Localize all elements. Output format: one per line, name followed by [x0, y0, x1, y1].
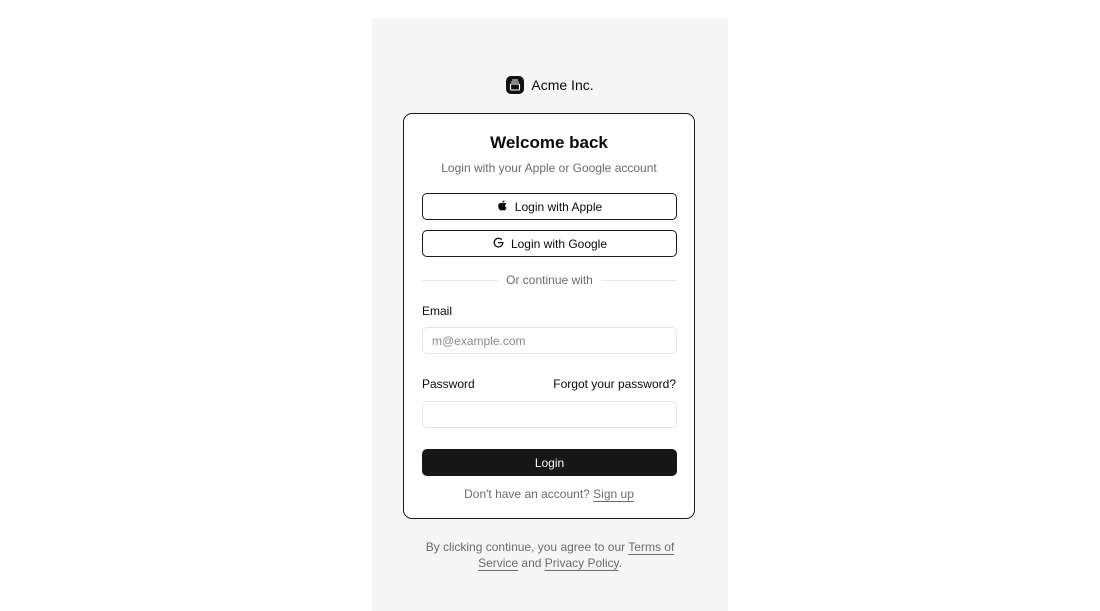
divider-line-left — [422, 279, 499, 281]
login-page: Acme Inc. Welcome back Login with your A… — [372, 18, 728, 611]
email-field[interactable] — [422, 327, 677, 354]
brand[interactable]: Acme Inc. — [372, 76, 728, 94]
login-with-apple-button[interactable]: Login with Apple — [422, 193, 677, 220]
divider-line-right — [600, 279, 677, 281]
brand-name: Acme Inc. — [531, 77, 594, 93]
password-field[interactable] — [422, 401, 677, 428]
signup-link[interactable]: Sign up — [593, 487, 634, 501]
login-button[interactable]: Login — [422, 449, 677, 476]
card-subtitle: Login with your Apple or Google account — [441, 161, 657, 175]
login-with-google-label: Login with Google — [510, 236, 608, 251]
signup-row: Don't have an account? Sign up — [404, 487, 694, 501]
divider-text: Or continue with — [506, 273, 593, 287]
divider: Or continue with — [422, 273, 677, 287]
apple-icon — [497, 199, 509, 215]
google-icon — [492, 236, 505, 252]
terms-notice: By clicking continue, you agree to our T… — [422, 539, 678, 571]
terms-suffix: . — [618, 556, 622, 570]
login-with-apple-label: Login with Apple — [514, 199, 603, 214]
login-with-google-button[interactable]: Login with Google — [422, 230, 677, 257]
gallery-vertical-end-icon — [506, 76, 525, 94]
forgot-password-link[interactable]: Forgot your password? — [553, 377, 676, 391]
password-label: Password — [422, 377, 475, 391]
login-card: Welcome back Login with your Apple or Go… — [403, 113, 695, 519]
card-title: Welcome back — [490, 133, 608, 152]
terms-prefix: By clicking continue, you agree to our — [425, 540, 626, 554]
signup-prompt: Don't have an account? — [464, 487, 590, 501]
terms-and: and — [521, 556, 542, 570]
privacy-policy-link[interactable]: Privacy Policy — [545, 556, 619, 570]
email-label: Email — [422, 304, 453, 318]
